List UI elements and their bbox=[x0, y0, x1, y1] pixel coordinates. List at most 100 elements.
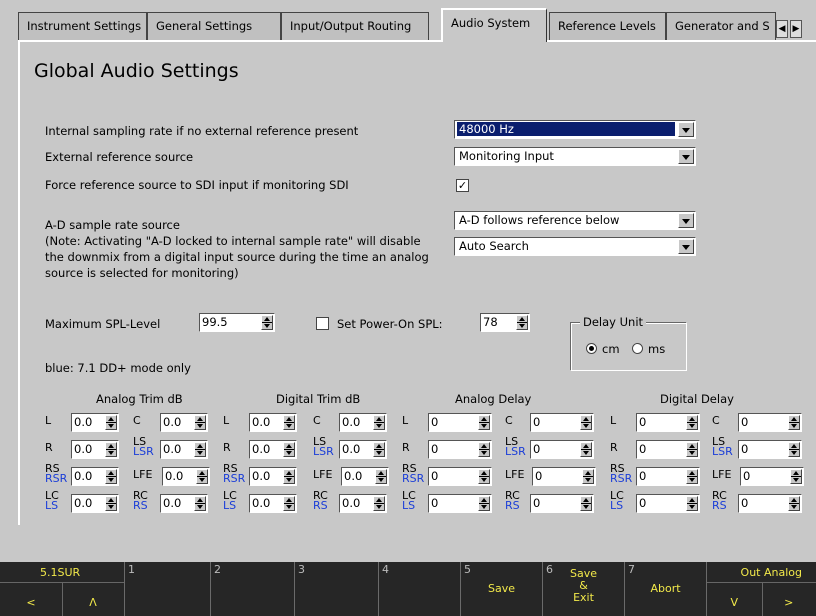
spinner-arrows-icon[interactable] bbox=[516, 315, 528, 330]
digital-trim-rs-spinner[interactable]: 0.0 bbox=[249, 467, 297, 486]
spinner-arrows-icon[interactable] bbox=[478, 496, 490, 511]
tab-instrument-settings[interactable]: Instrument Settings bbox=[18, 12, 147, 40]
digital-delay-r-spinner[interactable]: 0 bbox=[636, 440, 700, 459]
analog-delay-c-spinner[interactable]: 0 bbox=[530, 413, 594, 432]
digital-delay-l-spinner[interactable]: 0 bbox=[636, 413, 700, 432]
digital-trim-lfe-spinner[interactable]: 0.0 bbox=[341, 467, 389, 486]
analog-trim-lc-spinner[interactable]: 0.0 bbox=[71, 494, 119, 513]
digital-trim-rc-spinner[interactable]: 0.0 bbox=[339, 494, 387, 513]
chevron-down-icon[interactable] bbox=[678, 213, 694, 228]
spinner-arrows-icon[interactable] bbox=[196, 469, 208, 484]
max-spl-spinner[interactable]: 99.5 bbox=[199, 313, 275, 332]
tab-audio-system[interactable]: Audio System bbox=[441, 8, 547, 42]
spinner-arrows-icon[interactable] bbox=[105, 415, 117, 430]
save-exit-button[interactable]: 6 Save & Exit bbox=[543, 562, 625, 616]
spinner-arrows-icon[interactable] bbox=[686, 442, 698, 457]
radio-ms[interactable] bbox=[632, 343, 643, 354]
chevron-down-icon[interactable] bbox=[678, 239, 694, 254]
spinner-arrows-icon[interactable] bbox=[478, 469, 490, 484]
spinner-arrows-icon[interactable] bbox=[580, 415, 592, 430]
spinner-arrows-icon[interactable] bbox=[478, 442, 490, 457]
tab-reference-levels[interactable]: Reference Levels bbox=[549, 12, 666, 40]
spinner-arrows-icon[interactable] bbox=[194, 496, 206, 511]
tab-scroll-right-icon[interactable]: ▶ bbox=[790, 20, 802, 38]
spinner-arrows-icon[interactable] bbox=[686, 469, 698, 484]
spinner-arrows-icon[interactable] bbox=[686, 496, 698, 511]
softkey-1[interactable]: 1 bbox=[125, 562, 211, 616]
tab-scroll-left-icon[interactable]: ◀ bbox=[776, 20, 788, 38]
save-button[interactable]: 5 Save bbox=[461, 562, 543, 616]
analog-delay-l-spinner[interactable]: 0 bbox=[428, 413, 492, 432]
ad-search-select[interactable]: Auto Search bbox=[454, 237, 696, 256]
analog-trim-lfe-spinner[interactable]: 0.0 bbox=[162, 467, 210, 486]
digital-delay-c-spinner[interactable]: 0 bbox=[738, 413, 802, 432]
spinner-arrows-icon[interactable] bbox=[788, 415, 800, 430]
ad-source-select[interactable]: A-D follows reference below bbox=[454, 211, 696, 230]
analog-delay-r-spinner[interactable]: 0 bbox=[428, 440, 492, 459]
spinner-arrows-icon[interactable] bbox=[373, 442, 385, 457]
spinner-arrows-icon[interactable] bbox=[582, 469, 594, 484]
spinner-arrows-icon[interactable] bbox=[105, 469, 117, 484]
softkey-up-icon[interactable]: Λ bbox=[62, 589, 124, 616]
digital-trim-l-spinner[interactable]: 0.0 bbox=[249, 413, 297, 432]
digital-trim-c-spinner[interactable]: 0.0 bbox=[339, 413, 387, 432]
spinner-arrows-icon[interactable] bbox=[261, 315, 273, 330]
poweron-spl-spinner[interactable]: 78 bbox=[480, 313, 530, 332]
analog-trim-rs-spinner[interactable]: 0.0 bbox=[71, 467, 119, 486]
softkey-out-analog[interactable]: Out Analog V > bbox=[707, 562, 816, 616]
ext-ref-select[interactable]: Monitoring Input bbox=[454, 147, 696, 166]
digital-delay-ls-spinner[interactable]: 0 bbox=[738, 440, 802, 459]
spinner-arrows-icon[interactable] bbox=[478, 415, 490, 430]
spinner-arrows-icon[interactable] bbox=[580, 442, 592, 457]
chevron-down-icon[interactable] bbox=[678, 149, 694, 164]
spinner-arrows-icon[interactable] bbox=[194, 415, 206, 430]
sampling-rate-select[interactable]: 48000 Hz bbox=[454, 120, 696, 139]
digital-delay-lc-spinner[interactable]: 0 bbox=[636, 494, 700, 513]
analog-trim-c-spinner[interactable]: 0.0 bbox=[160, 413, 208, 432]
digital-trim-r-spinner[interactable]: 0.0 bbox=[249, 440, 297, 459]
spinner-arrows-icon[interactable] bbox=[375, 469, 387, 484]
analog-delay-ls-spinner[interactable]: 0 bbox=[530, 440, 594, 459]
softkey-down-icon[interactable]: V bbox=[707, 589, 762, 616]
softkey-5-1sur[interactable]: 5.1SUR < Λ bbox=[0, 562, 125, 616]
tab-generator[interactable]: Generator and S bbox=[666, 12, 776, 40]
analog-delay-lc-spinner[interactable]: 0 bbox=[428, 494, 492, 513]
spinner-arrows-icon[interactable] bbox=[194, 442, 206, 457]
digital-delay-rc-spinner[interactable]: 0 bbox=[738, 494, 802, 513]
analog-trim-l-spinner[interactable]: 0.0 bbox=[71, 413, 119, 432]
spinner-arrows-icon[interactable] bbox=[283, 496, 295, 511]
spinner-arrows-icon[interactable] bbox=[283, 415, 295, 430]
spinner-arrows-icon[interactable] bbox=[373, 496, 385, 511]
digital-delay-rs-spinner[interactable]: 0 bbox=[636, 467, 700, 486]
analog-trim-ls-spinner[interactable]: 0.0 bbox=[160, 440, 208, 459]
digital-trim-ls-spinner[interactable]: 0.0 bbox=[339, 440, 387, 459]
spinner-arrows-icon[interactable] bbox=[686, 415, 698, 430]
analog-delay-lfe-spinner[interactable]: 0 bbox=[532, 467, 596, 486]
softkey-2[interactable]: 2 bbox=[211, 562, 295, 616]
chevron-down-icon[interactable] bbox=[678, 122, 694, 137]
spinner-arrows-icon[interactable] bbox=[788, 442, 800, 457]
tab-input-output-routing[interactable]: Input/Output Routing bbox=[281, 12, 429, 40]
radio-cm[interactable] bbox=[586, 343, 597, 354]
spinner-arrows-icon[interactable] bbox=[105, 442, 117, 457]
analog-delay-rs-spinner[interactable]: 0 bbox=[428, 467, 492, 486]
analog-trim-r-spinner[interactable]: 0.0 bbox=[71, 440, 119, 459]
abort-button[interactable]: 7 Abort bbox=[625, 562, 707, 616]
digital-delay-lfe-spinner[interactable]: 0 bbox=[740, 467, 804, 486]
softkey-3[interactable]: 3 bbox=[295, 562, 379, 616]
force-ref-checkbox[interactable]: ✓ bbox=[456, 179, 469, 192]
softkey-right-icon[interactable]: > bbox=[762, 589, 816, 616]
digital-trim-lc-spinner[interactable]: 0.0 bbox=[249, 494, 297, 513]
poweron-spl-checkbox[interactable] bbox=[316, 317, 329, 330]
spinner-arrows-icon[interactable] bbox=[788, 496, 800, 511]
spinner-arrows-icon[interactable] bbox=[580, 496, 592, 511]
softkey-left-icon[interactable]: < bbox=[0, 589, 62, 616]
spinner-arrows-icon[interactable] bbox=[283, 469, 295, 484]
tab-general-settings[interactable]: General Settings bbox=[147, 12, 281, 40]
spinner-arrows-icon[interactable] bbox=[283, 442, 295, 457]
spinner-arrows-icon[interactable] bbox=[790, 469, 802, 484]
analog-trim-rc-spinner[interactable]: 0.0 bbox=[160, 494, 208, 513]
spinner-arrows-icon[interactable] bbox=[373, 415, 385, 430]
softkey-4[interactable]: 4 bbox=[379, 562, 461, 616]
spinner-arrows-icon[interactable] bbox=[105, 496, 117, 511]
